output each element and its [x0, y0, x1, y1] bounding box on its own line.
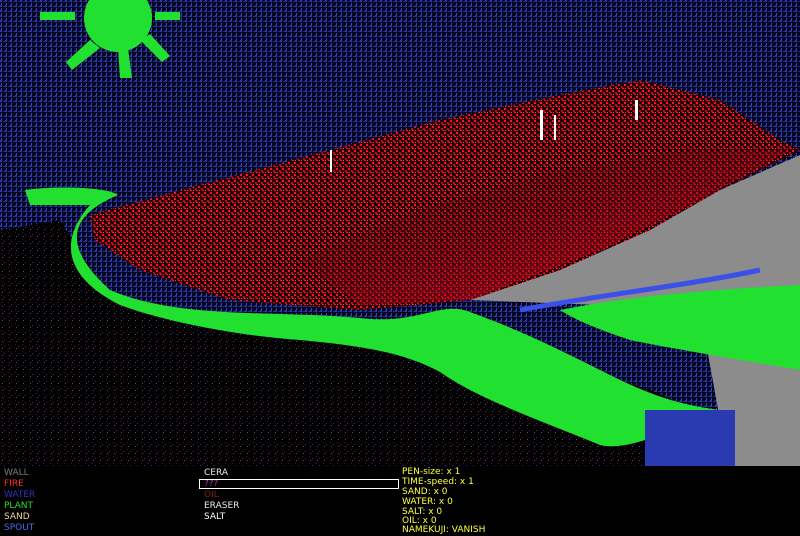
- spout-waterfall: [645, 410, 735, 466]
- namekuji-status[interactable]: NAMEKUJI: VANISH: [402, 525, 485, 536]
- selection-highlight: [199, 479, 399, 489]
- element-cera[interactable]: CERA: [204, 468, 228, 479]
- element-salt[interactable]: SALT: [204, 512, 225, 523]
- control-panel: WALL FIRE WATER PLANT SAND SPOUT CERA ??…: [0, 466, 800, 536]
- element-wall[interactable]: WALL: [4, 468, 29, 479]
- element-oil[interactable]: OIL: [204, 490, 219, 501]
- powder-canvas[interactable]: [0, 0, 800, 466]
- element-fire[interactable]: FIRE: [4, 479, 24, 490]
- element-sand[interactable]: SAND: [4, 512, 30, 523]
- element-spout[interactable]: SPOUT: [4, 523, 34, 534]
- element-eraser[interactable]: ERASER: [204, 501, 239, 512]
- element-water[interactable]: WATER: [4, 490, 35, 501]
- element-plant[interactable]: PLANT: [4, 501, 33, 512]
